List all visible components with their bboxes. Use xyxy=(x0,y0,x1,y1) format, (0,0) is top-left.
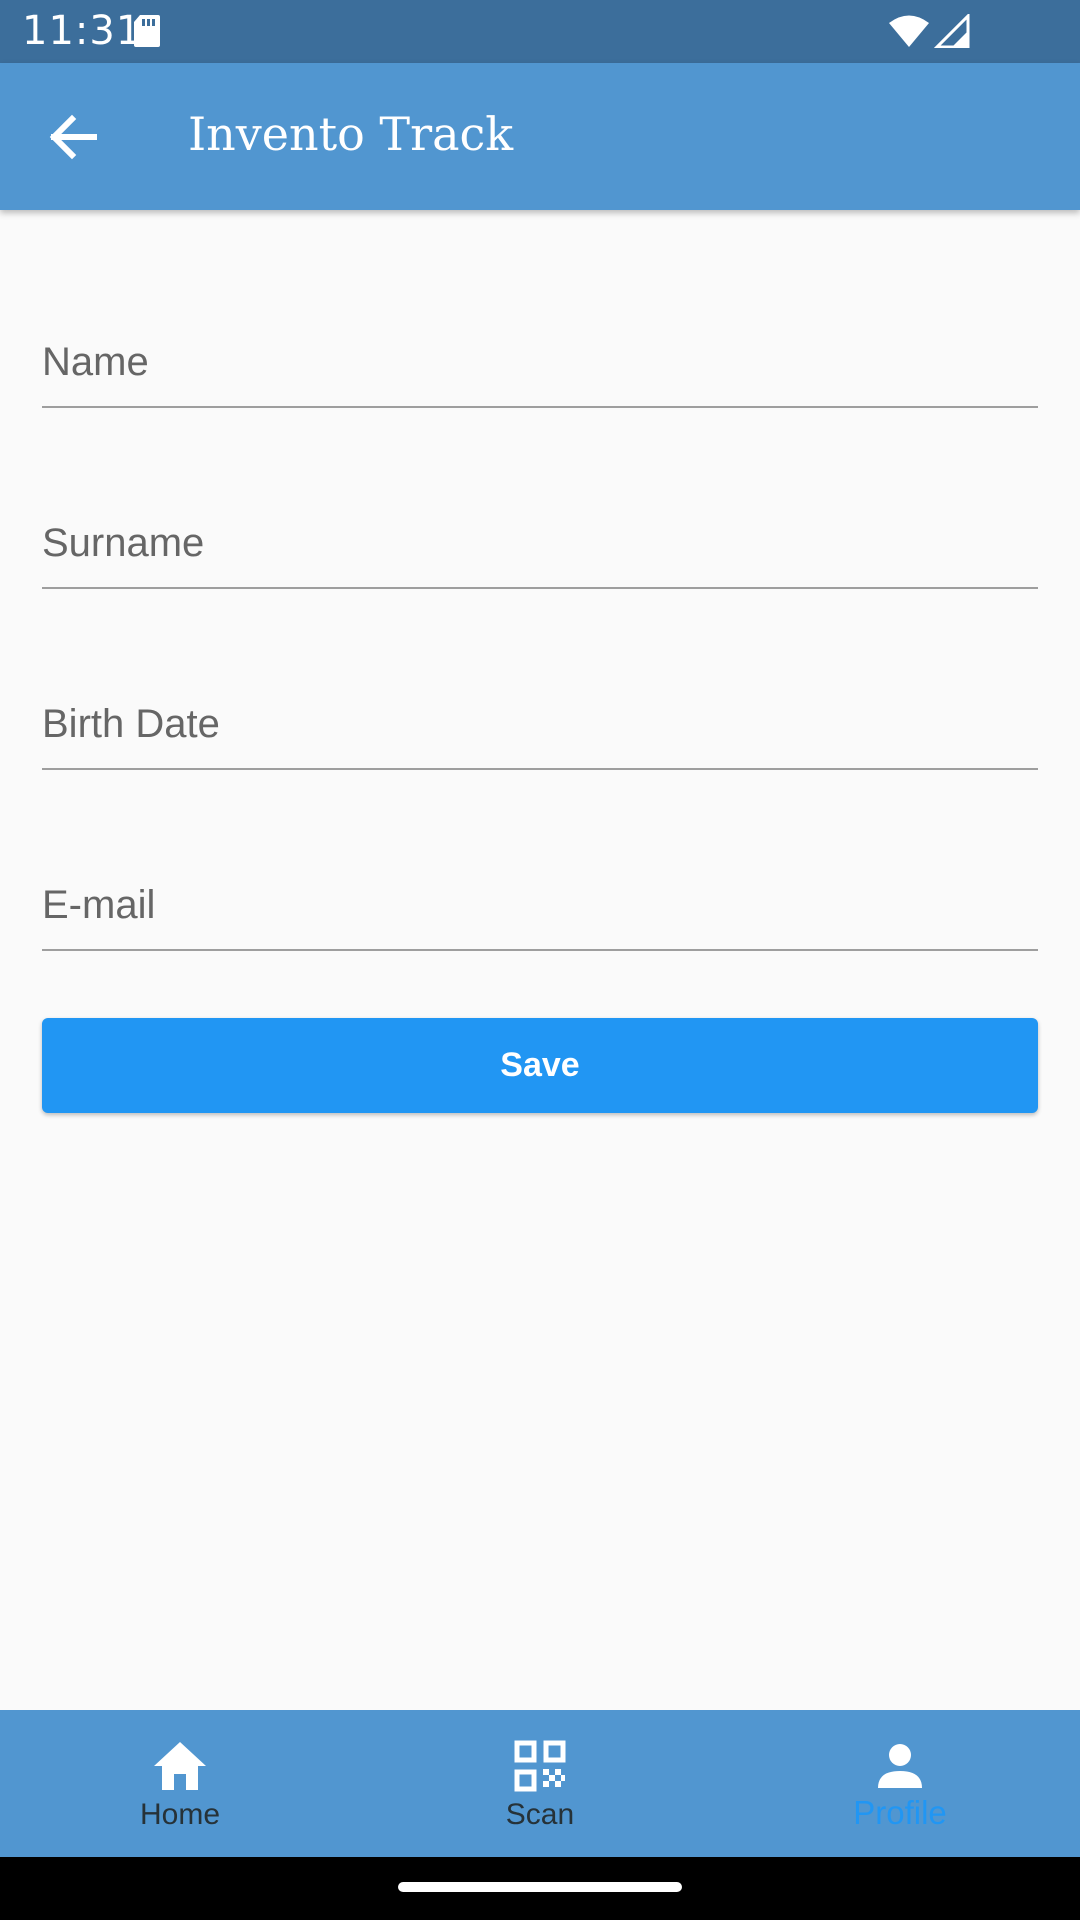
nav-label-profile: Profile xyxy=(853,1794,947,1831)
nav-label-home: Home xyxy=(139,1798,221,1831)
save-button[interactable]: Save xyxy=(42,1018,1038,1113)
home-gesture-handle[interactable] xyxy=(398,1882,682,1892)
birth-date-input[interactable] xyxy=(42,690,1038,760)
qr-code-icon xyxy=(514,1740,566,1792)
nav-item-profile[interactable]: Profile xyxy=(720,1710,1080,1857)
email-field[interactable]: E-mail xyxy=(42,841,1038,951)
name-input[interactable] xyxy=(42,328,1038,398)
wifi-icon xyxy=(889,15,929,47)
birth-date-field[interactable]: Birth Date xyxy=(42,660,1038,770)
nav-item-home[interactable]: Home xyxy=(0,1710,360,1857)
system-navigation-bar xyxy=(0,1857,1080,1920)
nav-label-scan: Scan xyxy=(505,1798,575,1831)
bottom-navigation: Home Scan Profile xyxy=(0,1710,1080,1857)
home-icon xyxy=(154,1742,206,1790)
status-bar: 11:31 xyxy=(0,0,1080,63)
surname-input[interactable] xyxy=(42,509,1038,579)
status-time: 11:31 xyxy=(22,8,143,54)
nav-item-scan[interactable]: Scan xyxy=(360,1710,720,1857)
email-input[interactable] xyxy=(42,871,1038,941)
app-bar: Invento Track xyxy=(0,63,1080,210)
sd-card-icon xyxy=(134,15,160,47)
back-arrow-icon[interactable] xyxy=(46,113,98,161)
surname-field[interactable]: Surname xyxy=(42,479,1038,589)
cell-signal-icon xyxy=(934,14,970,48)
name-field[interactable]: Name xyxy=(42,298,1038,408)
person-icon xyxy=(878,1744,922,1788)
app-title: Invento Track xyxy=(188,107,514,161)
